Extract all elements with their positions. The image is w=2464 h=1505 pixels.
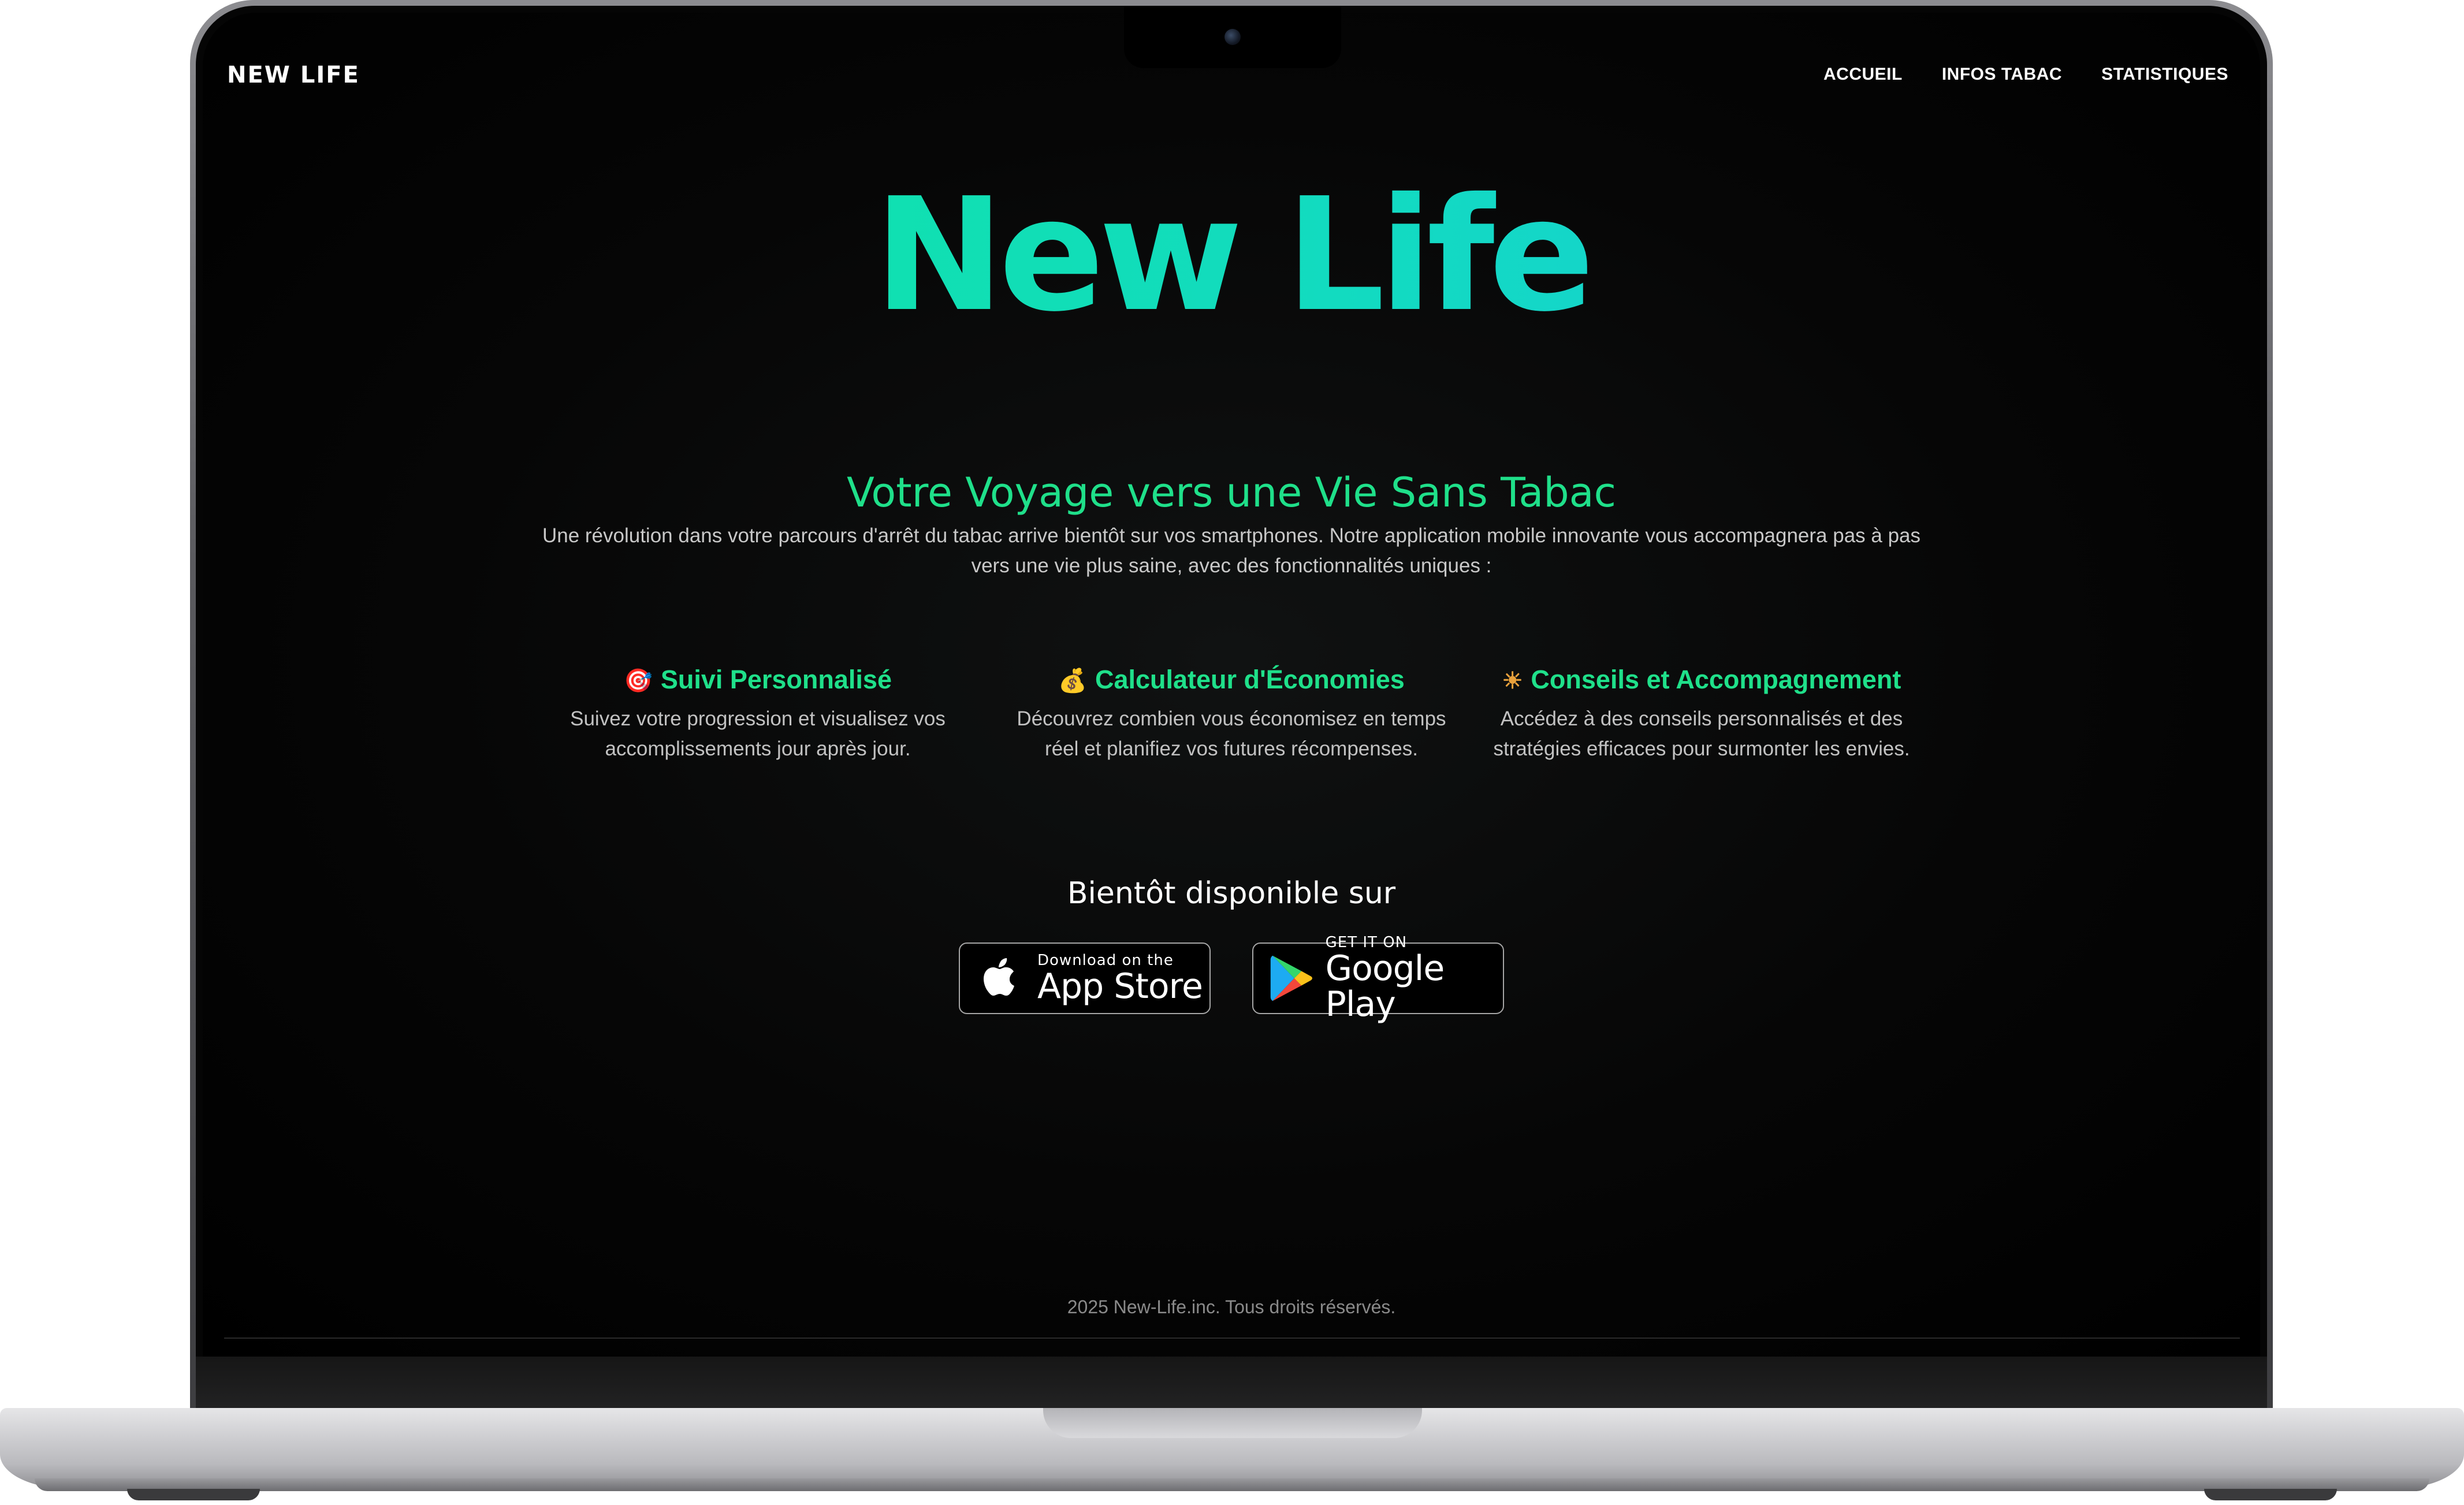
hero-subtitle: Votre Voyage vers une Vie Sans Tabac bbox=[846, 469, 1617, 516]
feature-title: Conseils et Accompagnement bbox=[1531, 665, 1901, 694]
feature-description: Suivez votre progression et visualisez v… bbox=[570, 707, 946, 760]
feature-description: Découvrez combien vous économisez en tem… bbox=[1017, 707, 1446, 760]
laptop-mockup: NEW LIFE ACCUEIL INFOS TABAC STATISTIQUE… bbox=[0, 0, 2464, 1505]
base-edge bbox=[35, 1478, 2429, 1491]
footer-divider bbox=[224, 1338, 2240, 1339]
trackpad-notch bbox=[1043, 1408, 1422, 1438]
landing-page: NEW LIFE ACCUEIL INFOS TABAC STATISTIQUE… bbox=[203, 13, 2260, 1357]
brand-logo[interactable]: NEW LIFE bbox=[227, 62, 360, 88]
feature-description: Accédez à des conseils personnalisés et … bbox=[1493, 707, 1910, 760]
app-store-label: App Store bbox=[1037, 966, 1203, 1007]
hero-title: New Life bbox=[203, 177, 2260, 333]
camera-icon bbox=[1224, 29, 1241, 45]
feature-card: 💰 Calculateur d'Économies Découvrez combi… bbox=[1012, 662, 1451, 764]
money-bag-icon: 💰 bbox=[1058, 668, 1087, 694]
feature-title: Suivi Personnalisé bbox=[660, 665, 892, 694]
apple-icon bbox=[984, 958, 1014, 996]
laptop-foot bbox=[127, 1489, 260, 1500]
google-play-icon bbox=[1270, 955, 1312, 1001]
footer-copyright: 2025 New-Life.inc. Tous droits réservés. bbox=[1067, 1297, 1396, 1317]
download-heading: Bientôt disponible sur bbox=[1067, 876, 1396, 911]
feature-card: ☀ Conseils et Accompagnement Accédez à de… bbox=[1482, 662, 1921, 764]
nav-infos-tabac[interactable]: INFOS TABAC bbox=[1942, 65, 2062, 84]
main-nav: ACCUEIL INFOS TABAC STATISTIQUES bbox=[1823, 65, 2228, 84]
hero-intro: Une révolution dans votre parcours d'arr… bbox=[542, 524, 1921, 577]
sun-icon: ☀ bbox=[1502, 668, 1523, 694]
google-play-button[interactable]: GET IT ON Google Play bbox=[1252, 934, 1504, 1022]
feature-title: Calculateur d'Économies bbox=[1095, 665, 1405, 694]
google-play-label: Google Play bbox=[1325, 948, 1445, 1025]
nav-statistiques[interactable]: STATISTIQUES bbox=[2101, 65, 2228, 84]
target-icon: 🎯 bbox=[624, 668, 653, 694]
feature-card: 🎯 Suivi Personnalisé Suivez votre progres… bbox=[538, 662, 977, 764]
browser-screen: NEW LIFE ACCUEIL INFOS TABAC STATISTIQUE… bbox=[203, 13, 2260, 1357]
app-store-button[interactable]: Download on the App Store bbox=[959, 943, 1211, 1014]
nav-accueil[interactable]: ACCUEIL bbox=[1823, 65, 1903, 84]
laptop-foot bbox=[2204, 1489, 2337, 1500]
